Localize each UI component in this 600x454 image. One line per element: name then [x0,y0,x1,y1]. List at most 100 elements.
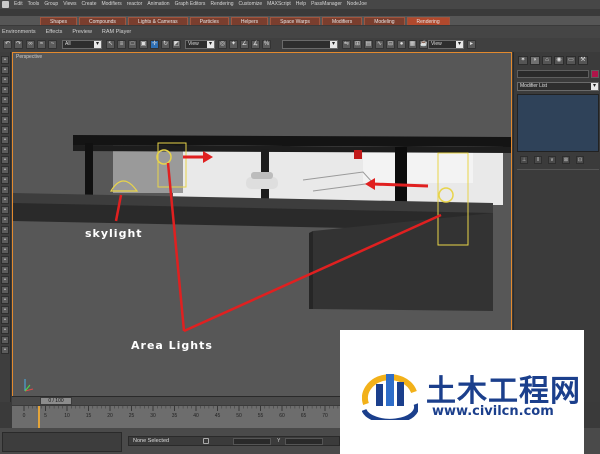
select-by-name-icon[interactable]: ≡ [117,40,126,49]
tool-icon-20[interactable]: • [1,246,9,254]
object-name-field[interactable] [517,70,589,78]
schematic-icon[interactable]: ⊟ [386,40,395,49]
tab-helpers[interactable]: Helpers [230,17,269,25]
object-color-swatch[interactable] [591,70,599,78]
motion-tab-icon[interactable]: ◉ [554,56,564,65]
tool-icon-29[interactable]: • [1,336,9,344]
select-icon[interactable]: ↖ [106,40,115,49]
tab-space-warps[interactable]: Space Warps [270,17,320,25]
material-editor-icon[interactable]: ● [397,40,406,49]
layer-icon[interactable]: ▤ [364,40,373,49]
render-icon[interactable]: ☕ [419,40,428,49]
tool-icon-18[interactable]: • [1,226,9,234]
ref-coord-dropdown-2[interactable]: View [428,40,464,49]
y-coordinate-field[interactable] [285,438,323,445]
track-bar[interactable]: 051015202530354045505560657075 [12,406,342,428]
ram-player-button[interactable]: RAM Player [102,29,131,35]
render-setup-icon[interactable]: ▦ [408,40,417,49]
pivot-icon[interactable]: ◎ [218,40,227,49]
modifier-list-dropdown[interactable]: Modifier List [517,82,599,91]
tool-icon-8[interactable]: • [1,126,9,134]
tab-shapes[interactable]: Shapes [40,17,77,25]
bind-icon[interactable]: ~ [48,40,57,49]
remove-modifier-icon[interactable]: ⊠ [562,156,570,164]
menu-item-maxscript[interactable]: MAXScript [267,0,291,9]
tool-icon-17[interactable]: • [1,216,9,224]
unlink-icon[interactable]: ≈ [37,40,46,49]
lock-icon[interactable] [203,438,209,444]
manipulate-icon[interactable]: ✦ [229,40,238,49]
curve-editor-icon[interactable]: ∿ [375,40,384,49]
tool-icon-7[interactable]: • [1,116,9,124]
link-icon[interactable]: ∞ [26,40,35,49]
tab-modifiers[interactable]: Modifiers [321,17,363,25]
create-tab-icon[interactable]: ✶ [518,56,528,65]
menu-item-create[interactable]: Create [81,0,96,9]
snap-icon[interactable]: ∠ [240,40,249,49]
environments-button[interactable]: Environments [2,29,36,35]
rotate-icon[interactable]: ↻ [161,40,170,49]
menu-item-modifiers[interactable]: Modifiers [101,0,121,9]
utilities-tab-icon[interactable]: ⚒ [578,56,588,65]
modifier-stack[interactable] [517,94,599,152]
region-select-icon[interactable]: □ [128,40,137,49]
mirror-icon[interactable]: ⇋ [342,40,351,49]
tool-icon-23[interactable]: • [1,276,9,284]
tab-rendering[interactable]: Rendering [406,17,450,25]
menu-item-group[interactable]: Group [44,0,58,9]
percent-snap-icon[interactable]: % [262,40,271,49]
configure-sets-icon[interactable]: ⊡ [576,156,584,164]
hierarchy-tab-icon[interactable]: ⌂ [542,56,552,65]
menu-item-rendering[interactable]: Rendering [210,0,233,9]
tab-lights-cameras[interactable]: Lights & Cameras [127,17,188,25]
tool-icon-3[interactable]: • [1,76,9,84]
quick-render-icon[interactable]: ▸ [467,40,476,49]
maxscript-listener[interactable] [2,432,122,452]
preview-button[interactable]: Preview [72,29,92,35]
display-tab-icon[interactable]: ▭ [566,56,576,65]
tool-icon-10[interactable]: • [1,146,9,154]
redo-icon[interactable]: ↷ [14,40,23,49]
tool-icon-1[interactable]: • [1,56,9,64]
x-coordinate-field[interactable] [233,438,271,445]
tool-icon-24[interactable]: • [1,286,9,294]
scale-icon[interactable]: ◩ [172,40,181,49]
effects-button[interactable]: Effects [46,29,63,35]
window-crossing-icon[interactable]: ▣ [139,40,148,49]
menu-item-help[interactable]: Help [296,0,306,9]
angle-snap-icon[interactable]: ∡ [251,40,260,49]
tool-icon-4[interactable]: • [1,86,9,94]
tool-icon-12[interactable]: • [1,166,9,174]
tool-icon-27[interactable]: • [1,316,9,324]
tool-icon-30[interactable]: • [1,346,9,354]
tool-icon-21[interactable]: • [1,256,9,264]
tool-icon-6[interactable]: • [1,106,9,114]
show-end-result-icon[interactable]: ‖ [534,156,542,164]
max-logo-icon[interactable] [2,1,9,8]
menu-item-passmanager[interactable]: PassManager [311,0,342,9]
tool-icon-16[interactable]: • [1,206,9,214]
selection-filter-dropdown[interactable]: All [62,40,102,49]
tool-icon-19[interactable]: • [1,236,9,244]
tab-modeling[interactable]: Modeling [364,17,405,25]
move-icon[interactable]: ✛ [150,40,159,49]
tool-icon-9[interactable]: • [1,136,9,144]
menu-item-reactor[interactable]: reactor [127,0,143,9]
time-slider[interactable]: 0 / 100 [12,396,342,405]
tab-particles[interactable]: Particles [189,17,229,25]
menu-item-edit[interactable]: Edit [14,0,23,9]
menu-item-customize[interactable]: Customize [239,0,263,9]
tool-icon-11[interactable]: • [1,156,9,164]
tool-icon-22[interactable]: • [1,266,9,274]
undo-icon[interactable]: ↶ [3,40,12,49]
time-slider-thumb[interactable]: 0 / 100 [40,397,72,405]
tool-icon-26[interactable]: • [1,306,9,314]
menu-item-nodejoe[interactable]: NodeJoe [347,0,367,9]
menu-item-views[interactable]: Views [63,0,76,9]
tool-icon-2[interactable]: • [1,66,9,74]
tool-icon-25[interactable]: • [1,296,9,304]
tool-icon-5[interactable]: • [1,96,9,104]
viewport-label[interactable]: Perspective [16,54,42,60]
named-selection-dropdown[interactable] [282,40,338,49]
menu-item-graph-editors[interactable]: Graph Editors [175,0,206,9]
